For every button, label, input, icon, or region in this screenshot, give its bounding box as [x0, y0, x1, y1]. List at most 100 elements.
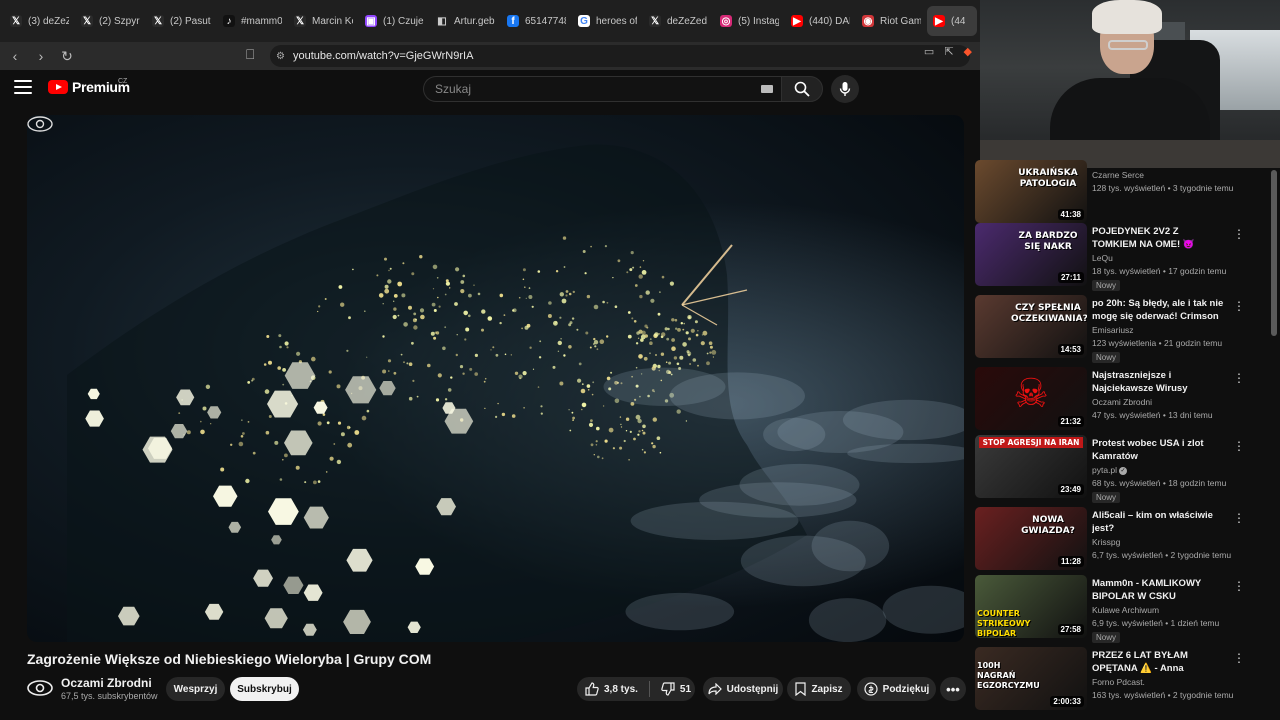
channel-watermark-eye-icon[interactable]: [27, 115, 53, 133]
video-thumbnail[interactable]: CZY SPEŁNIA OCZEKIWANIA? 14:53: [975, 295, 1087, 358]
recommended-video[interactable]: ZA BARDZO SIĘ NAKR 27:11 POJEDYNEK 2V2 Z T…: [975, 223, 1245, 291]
site-info-icon[interactable]: ⚙: [276, 51, 285, 62]
browser-tab[interactable]: ◎ (5) Instagr: [714, 6, 785, 36]
like-button[interactable]: 3,8 tys.: [585, 682, 638, 696]
share-page-icon[interactable]: ⇱: [944, 45, 953, 58]
recommended-video[interactable]: 100H NAGRAŃ EGZORCYZMU 2:00:33 PRZEZ 6 LAT…: [975, 647, 1245, 711]
brave-shield-icon[interactable]: ◆: [964, 45, 972, 58]
recommended-video[interactable]: ☠ 21:32 Najstraszniejsze i Najciekawsze Wi…: [975, 367, 1245, 431]
city-light: [437, 373, 442, 378]
video-thumbnail[interactable]: COUNTER STRIKEOWY BIPOLAR 27:58: [975, 575, 1087, 638]
city-light: [692, 358, 697, 362]
recommended-channel-name[interactable]: Krisspg: [1092, 537, 1120, 547]
city-light: [712, 356, 715, 358]
video-thumbnail[interactable]: STOP AGRESJI NA IRAN 23:49: [975, 435, 1087, 498]
city-light: [284, 341, 289, 346]
recommended-channel-name[interactable]: Forno Pdcast.: [1092, 677, 1145, 687]
city-light: [346, 349, 349, 352]
recommended-video[interactable]: NOWA GWIAZDA? 11:28 Ali5cali – kim on właś…: [975, 507, 1245, 571]
video-thumbnail[interactable]: UKRAIŃSKA PATOLOGIA 41:38: [975, 160, 1087, 223]
more-actions-button[interactable]: •••: [940, 677, 966, 701]
address-bar[interactable]: ⚙ youtube.com/watch?v=GjeGWrN9rIA: [270, 45, 970, 67]
city-light: [652, 444, 656, 449]
browser-tab[interactable]: 𝕏 (3) deZeZe: [4, 6, 75, 36]
recommended-channel-name[interactable]: LeQu: [1092, 253, 1113, 263]
back-icon[interactable]: ‹: [4, 45, 26, 67]
browser-tab[interactable]: ♪ #mamm0n: [217, 6, 288, 36]
browser-tab[interactable]: 𝕏 (2) Pasut w: [146, 6, 217, 36]
recommended-video-meta: 163 tys. wyświetleń • 2 tygodnie temu: [1092, 690, 1234, 700]
kebab-menu-icon[interactable]: ⋮: [1233, 579, 1245, 593]
city-light: [445, 279, 449, 283]
recommended-video-title[interactable]: Ali5cali – kim on właściwie jest?: [1092, 509, 1224, 535]
browser-tab[interactable]: ▣ (1) Czuje s: [359, 6, 430, 36]
recommended-channel-name[interactable]: Czarne Serce: [1092, 170, 1144, 180]
browser-tab[interactable]: ◧ Artur.gebe: [430, 6, 501, 36]
video-player[interactable]: [27, 115, 964, 642]
browser-tab[interactable]: 𝕏 Marcin Ko: [288, 6, 359, 36]
recommended-video[interactable]: CZY SPEŁNIA OCZEKIWANIA? 14:53 po 20h: Są …: [975, 295, 1245, 363]
forward-icon[interactable]: ›: [30, 45, 52, 67]
recommended-channel-name[interactable]: Oczami Zbrodni: [1092, 397, 1152, 407]
bookmark-icon[interactable]: ⎕: [246, 46, 254, 63]
city-light: [518, 296, 521, 299]
dislike-button[interactable]: 51: [661, 682, 691, 696]
recommended-video-title[interactable]: POJEDYNEK 2V2 Z TOMKIEM NA OME! 😈 *CZŁOW…: [1092, 225, 1224, 251]
search-button[interactable]: [781, 76, 823, 102]
recommended-video-title[interactable]: Protest wobec USA i zlot Kamratów: [1092, 437, 1224, 463]
browser-tab[interactable]: f 651477485: [501, 6, 572, 36]
channel-avatar[interactable]: [27, 678, 53, 698]
voice-search-button[interactable]: [831, 75, 859, 103]
city-light: [630, 251, 634, 255]
video-thumbnail[interactable]: ZA BARDZO SIĘ NAKR 27:11: [975, 223, 1087, 286]
save-button[interactable]: Zapisz: [787, 677, 851, 701]
browser-tab[interactable]: 𝕏deZeZed s: [643, 6, 714, 36]
thumbnail-caption: 100H NAGRAŃ EGZORCYZMU: [977, 661, 1040, 690]
video-thumbnail[interactable]: ☠ 21:32: [975, 367, 1087, 430]
city-light: [668, 361, 672, 365]
video-thumbnail[interactable]: NOWA GWIAZDA? 11:28: [975, 507, 1087, 570]
thanks-button[interactable]: Podziękuj: [857, 677, 936, 701]
cast-icon[interactable]: ▭: [924, 45, 934, 58]
recommended-video-title[interactable]: Najstraszniejsze i Najciekawsze Wirusy K…: [1092, 369, 1224, 395]
recommended-channel-name[interactable]: Kulawe Archiwum: [1092, 605, 1159, 615]
video-thumbnail[interactable]: 100H NAGRAŃ EGZORCYZMU 2:00:33: [975, 647, 1087, 710]
recommended-video[interactable]: STOP AGRESJI NA IRAN 23:49 Protest wobec U…: [975, 435, 1245, 503]
tab-label: Artur.gebe: [454, 15, 495, 27]
recommended-channel-name[interactable]: pyta.pl ✓: [1092, 465, 1128, 475]
hamburger-menu-icon[interactable]: [14, 80, 32, 94]
browser-tab[interactable]: ▶ (44: [927, 6, 977, 36]
support-button[interactable]: Wesprzyj: [166, 677, 225, 701]
browser-tab[interactable]: ▶ (440) DAN: [785, 6, 856, 36]
thanks-label: Podziękuj: [882, 683, 930, 695]
recommended-video[interactable]: COUNTER STRIKEOWY BIPOLAR 27:58 Mamm0n - K…: [975, 575, 1245, 643]
reload-icon[interactable]: ↻: [56, 45, 78, 67]
kebab-menu-icon[interactable]: ⋮: [1233, 651, 1245, 665]
city-light: [646, 326, 649, 329]
browser-tab[interactable]: 𝕏 (2) Szpyrk: [75, 6, 146, 36]
recommended-video-title[interactable]: Mamm0n - KAMLIKOWY BIPOLAR W CSKU: [1092, 577, 1224, 603]
recommended-video-meta: 128 tys. wyświetleń • 3 tygodnie temu: [1092, 183, 1234, 193]
recommended-channel-name[interactable]: Emisariusz: [1092, 325, 1134, 335]
recommended-video[interactable]: UKRAIŃSKA PATOLOGIA 41:38 Czarne Serce 128 …: [975, 160, 1245, 224]
kebab-menu-icon[interactable]: ⋮: [1233, 371, 1245, 385]
channel-name[interactable]: Oczami Zbrodni: [61, 676, 152, 690]
city-light: [282, 458, 284, 461]
search-input[interactable]: [435, 82, 735, 96]
recommended-video-title[interactable]: PRZEZ 6 LAT BYŁAM OPĘTANA ⚠️ - Anna Golę…: [1092, 649, 1224, 675]
kebab-menu-icon[interactable]: ⋮: [1233, 227, 1245, 241]
kebab-menu-icon[interactable]: ⋮: [1233, 299, 1245, 313]
x-icon: 𝕏: [81, 15, 93, 27]
city-light: [560, 338, 562, 340]
browser-tab[interactable]: ◉ Riot Game: [856, 6, 927, 36]
recommended-video-title[interactable]: po 20h: Są błędy, ale i tak nie mogę się…: [1092, 297, 1224, 323]
city-light: [635, 342, 639, 345]
browser-tab[interactable]: Gheroes of: [572, 6, 643, 36]
city-light: [593, 340, 599, 345]
keyboard-icon[interactable]: [761, 85, 773, 93]
share-button[interactable]: Udostępnij: [703, 677, 783, 701]
sidebar-scrollbar[interactable]: [1271, 170, 1277, 336]
subscribe-button[interactable]: Subskrybuj: [230, 677, 299, 701]
kebab-menu-icon[interactable]: ⋮: [1233, 511, 1245, 525]
kebab-menu-icon[interactable]: ⋮: [1233, 439, 1245, 453]
